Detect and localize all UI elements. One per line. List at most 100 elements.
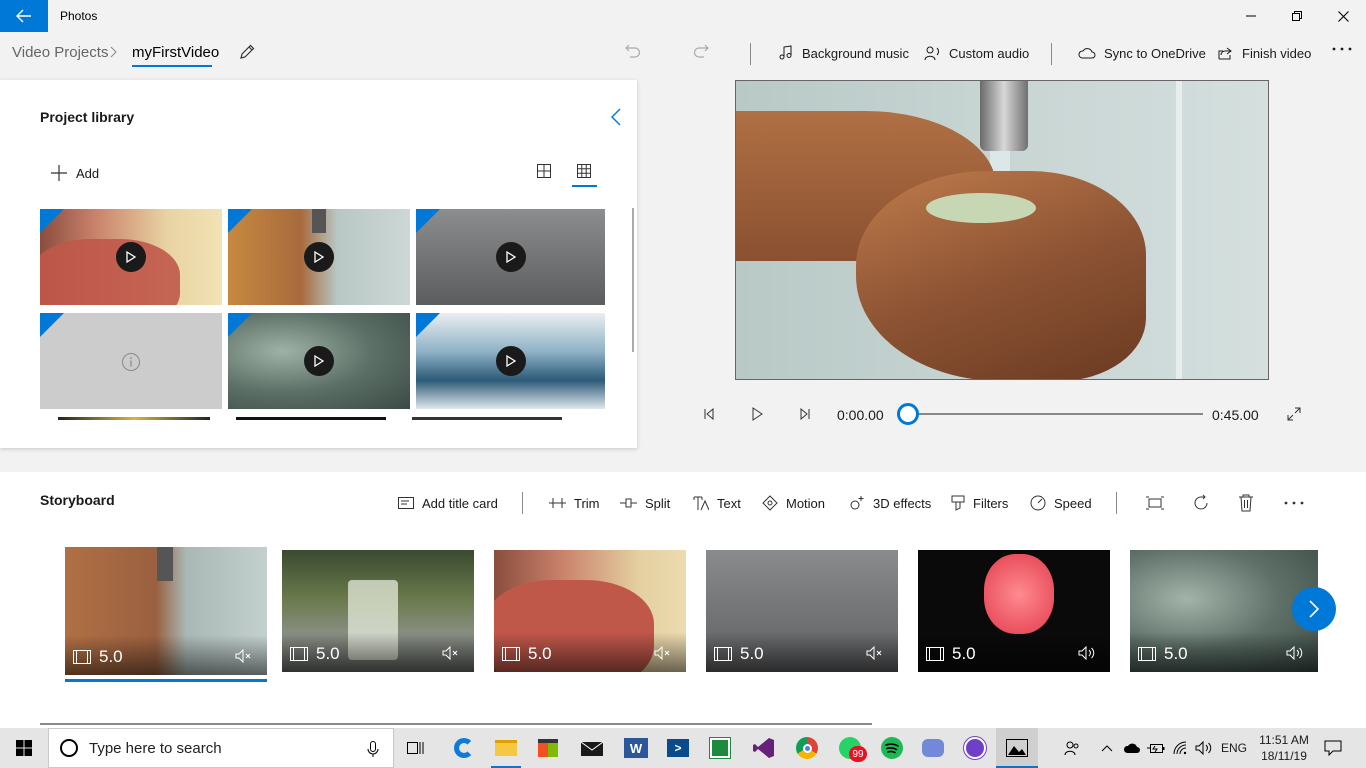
taskbar-visual-studio[interactable] <box>743 728 785 768</box>
text-button[interactable]: Text <box>693 492 741 514</box>
storyboard-more-button[interactable] <box>1284 492 1304 514</box>
battery-tray[interactable] <box>1146 728 1166 768</box>
play-button[interactable] <box>748 405 766 423</box>
chevron-up-icon <box>1101 745 1113 752</box>
taskbar-chrome[interactable] <box>786 728 828 768</box>
mute-icon[interactable] <box>442 646 460 660</box>
library-item-waterfall[interactable] <box>416 313 605 409</box>
3d-effects-button[interactable]: 3D effects <box>849 492 931 514</box>
mute-icon[interactable] <box>235 649 253 663</box>
taskbar-word[interactable]: W <box>615 728 657 768</box>
seek-thumb[interactable] <box>897 403 919 425</box>
action-center-button[interactable] <box>1318 728 1348 768</box>
add-title-card-button[interactable]: Add title card <box>398 492 498 514</box>
storyboard-clip[interactable]: 5.0 <box>918 550 1110 672</box>
rename-button[interactable] <box>238 43 256 61</box>
app-title: Photos <box>60 9 98 23</box>
trim-button[interactable]: Trim <box>549 492 600 514</box>
storyboard-clip[interactable]: 5.0 <box>1130 550 1318 672</box>
seek-bar[interactable] <box>897 403 1203 425</box>
show-hidden-icons-button[interactable] <box>1098 728 1116 768</box>
people-button[interactable] <box>1060 728 1084 768</box>
resize-button[interactable] <box>1146 492 1164 514</box>
taskbar-photos[interactable] <box>996 728 1038 768</box>
next-frame-button[interactable] <box>796 405 814 423</box>
taskbar-discord[interactable] <box>912 728 954 768</box>
search-placeholder: Type here to search <box>89 739 222 757</box>
chevron-right-icon <box>1309 600 1320 618</box>
storyboard-clip[interactable]: 5.0 <box>65 547 267 675</box>
more-options-button[interactable] <box>1332 46 1352 52</box>
scroll-right-button[interactable] <box>1292 587 1336 631</box>
speaker-icon <box>1195 741 1212 755</box>
collapse-library-button[interactable] <box>610 108 622 126</box>
play-icon <box>752 407 763 421</box>
previous-frame-button[interactable] <box>700 405 718 423</box>
library-item-coffee-cup[interactable] <box>40 209 222 305</box>
finish-video-button[interactable]: Finish video <box>1218 42 1311 64</box>
library-item-hand-washing[interactable] <box>228 209 410 305</box>
clock[interactable]: 11:51 AM 18/11/19 <box>1252 728 1316 768</box>
taskbar: Type here to search W > 99 ENG 11:51 AM … <box>0 728 1366 768</box>
add-media-label: Add <box>76 165 100 181</box>
library-item-smoke[interactable] <box>228 313 410 409</box>
music-note-icon <box>779 45 792 60</box>
delete-button[interactable] <box>1238 492 1254 514</box>
grid-small-icon <box>577 164 591 178</box>
library-item-unavailable[interactable] <box>40 313 222 409</box>
taskbar-search[interactable]: Type here to search <box>48 728 394 768</box>
rotate-button[interactable] <box>1192 492 1210 514</box>
background-music-button[interactable]: Background music <box>778 42 909 64</box>
storyboard-clip[interactable]: 5.0 <box>706 550 898 672</box>
taskbar-store[interactable] <box>527 728 569 768</box>
volume-icon[interactable] <box>1078 646 1096 660</box>
taskbar-github-desktop[interactable] <box>954 728 996 768</box>
undo-button[interactable] <box>624 43 642 61</box>
trim-label: Trim <box>574 495 600 511</box>
taskbar-charts-app[interactable] <box>699 728 741 768</box>
close-button[interactable] <box>1320 0 1366 32</box>
taskbar-mail[interactable] <box>571 728 613 768</box>
microphone-icon[interactable] <box>367 741 379 758</box>
split-button[interactable]: Split <box>620 492 670 514</box>
storyboard-clip[interactable]: 5.0 <box>494 550 686 672</box>
start-button[interactable] <box>3 728 45 768</box>
minimize-button[interactable] <box>1228 0 1274 32</box>
speed-button[interactable]: Speed <box>1030 492 1092 514</box>
breadcrumb-video-projects[interactable]: Video Projects <box>12 44 108 61</box>
back-button[interactable] <box>0 0 48 32</box>
taskbar-spotify[interactable] <box>871 728 913 768</box>
custom-audio-button[interactable]: Custom audio <box>924 42 1029 64</box>
wifi-tray[interactable] <box>1172 728 1192 768</box>
volume-icon[interactable] <box>1286 646 1304 660</box>
restore-button[interactable] <box>1274 0 1320 32</box>
library-item-rain-glass[interactable] <box>416 209 605 305</box>
cloud-icon <box>1123 743 1140 753</box>
add-media-button[interactable]: Add <box>50 164 99 182</box>
taskbar-edge[interactable] <box>443 728 485 768</box>
step-back-icon <box>704 408 714 420</box>
redo-button[interactable] <box>692 43 710 61</box>
taskbar-file-explorer[interactable] <box>485 728 527 768</box>
mail-icon <box>581 741 603 756</box>
mute-icon[interactable] <box>866 646 884 660</box>
task-view-button[interactable] <box>395 728 437 768</box>
storyboard-scrollbar[interactable] <box>40 723 872 725</box>
motion-button[interactable]: Motion <box>762 492 825 514</box>
taskbar-whatsapp[interactable]: 99 <box>829 728 871 768</box>
taskbar-powershell[interactable]: > <box>657 728 699 768</box>
input-language[interactable]: ENG <box>1218 728 1250 768</box>
sync-onedrive-button[interactable]: Sync to OneDrive <box>1078 42 1206 64</box>
volume-tray[interactable] <box>1194 728 1214 768</box>
mute-icon[interactable] <box>654 646 672 660</box>
storyboard-clip[interactable]: 5.0 <box>282 550 474 672</box>
library-scrollbar[interactable] <box>632 208 634 352</box>
video-preview[interactable] <box>735 80 1269 380</box>
fullscreen-button[interactable] <box>1285 405 1303 423</box>
large-grid-view-button[interactable] <box>536 163 552 179</box>
filters-button[interactable]: Filters <box>951 492 1008 514</box>
sync-onedrive-label: Sync to OneDrive <box>1104 45 1206 61</box>
onedrive-tray[interactable] <box>1122 728 1142 768</box>
small-grid-view-button[interactable] <box>576 163 592 179</box>
breadcrumb-current-project[interactable]: myFirstVideo <box>132 44 219 61</box>
